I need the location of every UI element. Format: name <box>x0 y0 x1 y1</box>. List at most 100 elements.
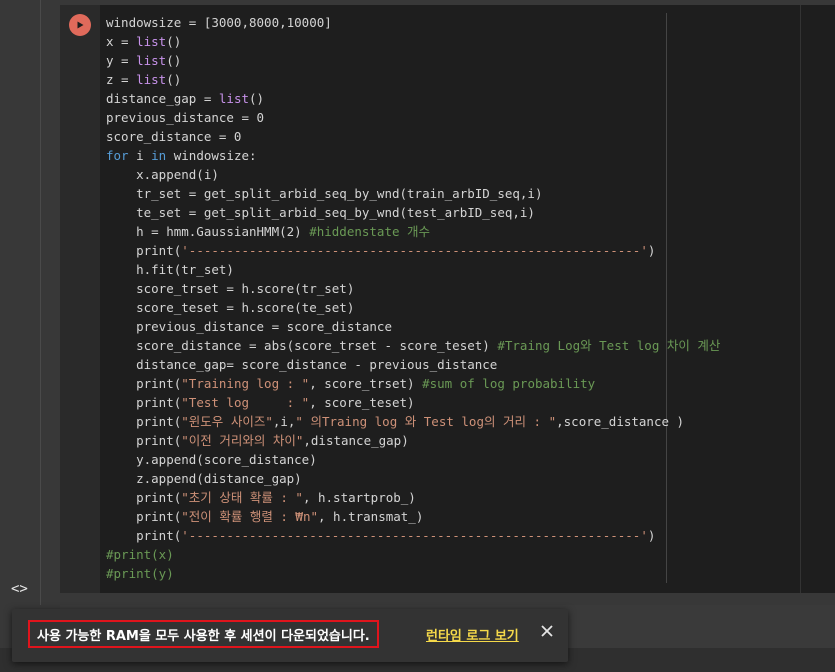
code-line[interactable]: print('---------------------------------… <box>106 241 720 260</box>
code-token: ,distance_gap) <box>303 433 409 448</box>
code-line[interactable]: z = list() <box>106 70 720 89</box>
code-line[interactable]: previous_distance = 0 <box>106 108 720 127</box>
code-token: #print(x) <box>106 547 174 562</box>
code-token: score_distance = 0 <box>106 129 242 144</box>
code-token: '---------------------------------------… <box>181 243 648 258</box>
code-token: , score_trset) <box>309 376 423 391</box>
code-token: , h.transmat_) <box>318 509 424 524</box>
code-token: () <box>166 53 182 68</box>
code-token: #Traing Log와 Test log 차이 계산 <box>497 338 721 353</box>
code-line[interactable]: #print(x) <box>106 545 720 564</box>
code-token: "이전 거리와의 차이" <box>181 433 304 448</box>
code-token: , score_teset) <box>309 395 415 410</box>
code-token: print( <box>106 433 182 448</box>
code-line[interactable]: distance_gap = list() <box>106 89 720 108</box>
code-line[interactable]: print("이전 거리와의 차이",distance_gap) <box>106 431 720 450</box>
code-line[interactable]: print("초기 상태 확률 : ", h.startprob_) <box>106 488 720 507</box>
close-icon <box>541 625 553 637</box>
code-token: list <box>136 53 167 68</box>
code-editor[interactable]: windowsize = [3000,8000,10000] x = list()… <box>106 13 720 583</box>
code-line[interactable]: distance_gap= score_distance - previous_… <box>106 355 720 374</box>
code-line[interactable]: score_trset = h.score(tr_set) <box>106 279 720 298</box>
code-line[interactable]: score_teset = h.score(te_set) <box>106 298 720 317</box>
code-token: ) <box>647 243 656 258</box>
code-token: "전이 확률 행렬 : ₩n" <box>181 509 318 524</box>
code-token: te_set = get_split_arbid_seq_by_wnd(test… <box>106 205 535 220</box>
code-line[interactable]: score_distance = 0 <box>106 127 720 146</box>
code-token: print( <box>106 243 182 258</box>
code-line[interactable]: print("Training log : ", score_trset) #s… <box>106 374 720 393</box>
code-line[interactable]: z.append(distance_gap) <box>106 469 720 488</box>
code-token: for <box>106 148 129 163</box>
code-token: () <box>166 34 182 49</box>
code-token: "초기 상태 확률 : " <box>181 490 303 505</box>
cell-gutter <box>60 5 100 593</box>
code-line[interactable]: h.fit(tr_set) <box>106 260 720 279</box>
code-line[interactable]: h = hmm.GaussianHMM(2) #hiddenstate 개수 <box>106 222 720 241</box>
code-line[interactable]: #print(y) <box>106 564 720 583</box>
code-line[interactable]: previous_distance = score_distance <box>106 317 720 336</box>
code-token: list <box>218 91 249 106</box>
code-token: "Test log : " <box>181 395 310 410</box>
code-token: previous_distance = 0 <box>106 110 265 125</box>
code-token: h.fit(tr_set) <box>106 262 234 277</box>
code-line[interactable]: print("Test log : ", score_teset) <box>106 393 720 412</box>
code-token: z.append(distance_gap) <box>106 471 302 486</box>
left-rail <box>0 0 40 672</box>
code-token: list <box>136 34 167 49</box>
code-cell[interactable]: windowsize = [3000,8000,10000] x = list()… <box>60 5 835 593</box>
code-token: "윈도우 사이즈" <box>181 414 273 429</box>
code-token: score_distance = abs(score_trset - score… <box>106 338 498 353</box>
code-token: y.append(score_distance) <box>106 452 317 467</box>
code-token: x.append(i) <box>106 167 219 182</box>
code-line[interactable]: x = list() <box>106 32 720 51</box>
close-toast-button[interactable] <box>539 623 555 639</box>
code-line[interactable]: te_set = get_split_arbid_seq_by_wnd(test… <box>106 203 720 222</box>
code-line[interactable]: print('---------------------------------… <box>106 526 720 545</box>
code-token: ,score_distance ) <box>556 414 685 429</box>
code-token: ,i, <box>272 414 296 429</box>
code-token: print( <box>106 490 182 505</box>
code-token: #sum of log probability <box>422 376 596 391</box>
code-line[interactable]: y = list() <box>106 51 720 70</box>
code-token: distance_gap = <box>106 91 219 106</box>
code-token: score_teset = h.score(te_set) <box>106 300 355 315</box>
code-line[interactable]: for i in windowsize: <box>106 146 720 165</box>
code-line[interactable]: windowsize = [3000,8000,10000] <box>106 13 720 32</box>
code-token: "Training log : " <box>181 376 310 391</box>
code-token: () <box>166 72 182 87</box>
code-token: print( <box>106 509 182 524</box>
code-token: ) <box>647 528 656 543</box>
rail-divider <box>40 0 41 605</box>
code-line[interactable]: print("전이 확률 행렬 : ₩n", h.transmat_) <box>106 507 720 526</box>
code-line[interactable]: print("윈도우 사이즈",i," 의Traing log 와 Test l… <box>106 412 720 431</box>
editor-scrollbar[interactable] <box>800 5 801 593</box>
code-token: z = <box>106 72 137 87</box>
code-token: '---------------------------------------… <box>181 528 648 543</box>
code-line[interactable]: y.append(score_distance) <box>106 450 720 469</box>
code-line[interactable]: score_distance = abs(score_trset - score… <box>106 336 720 355</box>
code-token: windowsize: <box>166 148 257 163</box>
code-token: tr_set = get_split_arbid_seq_by_wnd(trai… <box>106 186 543 201</box>
code-token: #hiddenstate 개수 <box>309 224 431 239</box>
view-runtime-logs-link[interactable]: 런타임 로그 보기 <box>426 625 519 644</box>
code-token: windowsize = [3000,8000,10000] <box>106 15 332 30</box>
code-token: #print(y) <box>106 566 174 581</box>
run-cell-button[interactable] <box>69 14 91 36</box>
code-token: distance_gap= score_distance - previous_… <box>106 357 498 372</box>
code-token: print( <box>106 528 182 543</box>
session-crash-toast: 사용 가능한 RAM을 모두 사용한 후 세션이 다운되었습니다. 런타임 로그… <box>12 609 568 662</box>
code-token: " 의Traing log 와 Test log의 거리 : " <box>295 414 557 429</box>
code-line[interactable]: tr_set = get_split_arbid_seq_by_wnd(trai… <box>106 184 720 203</box>
code-token: () <box>249 91 265 106</box>
code-token: print( <box>106 414 182 429</box>
code-token: in <box>151 148 167 163</box>
code-token: y = <box>106 53 137 68</box>
code-token: i <box>128 148 152 163</box>
code-line[interactable]: x.append(i) <box>106 165 720 184</box>
code-token: list <box>136 72 167 87</box>
code-token: h = hmm.GaussianHMM(2) <box>106 224 310 239</box>
code-token: x = <box>106 34 137 49</box>
code-token: score_trset = h.score(tr_set) <box>106 281 355 296</box>
code-toggle-icon[interactable]: <> <box>11 581 28 597</box>
